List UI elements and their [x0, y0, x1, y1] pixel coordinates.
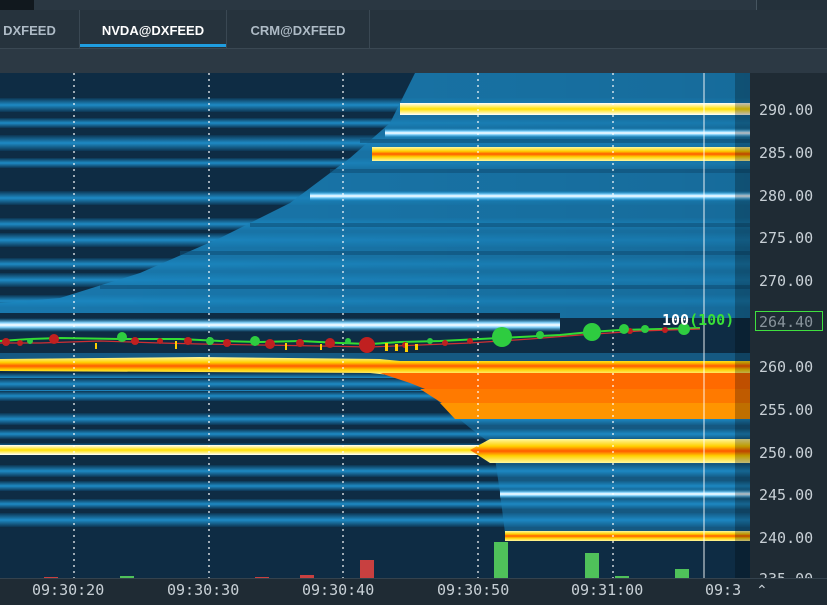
time-tick: 09:3 — [705, 581, 742, 599]
heatmap-chart[interactable] — [0, 73, 750, 585]
time-tick: 09:31:00 — [571, 581, 644, 599]
price-tick: 280.00 — [759, 187, 814, 205]
current-price-marker: 264.40 — [755, 311, 823, 331]
time-axis[interactable]: 09:30:20 09:30:30 09:30:40 09:30:50 09:3… — [0, 578, 827, 605]
heatmap-svg — [0, 73, 750, 585]
price-tick: 260.00 — [759, 358, 814, 376]
time-tick: 09:30:40 — [302, 581, 375, 599]
tab-dxfeed[interactable]: DXFEED — [0, 10, 80, 48]
last-trade-size-cumulative: (100) — [689, 311, 735, 329]
price-tick: 270.00 — [759, 272, 814, 290]
tab-bar: DXFEED NVDA@DXFEED CRM@DXFEED — [0, 10, 827, 49]
chart-toolbar — [0, 49, 827, 73]
window-top-left — [0, 0, 34, 10]
price-tick: 240.00 — [759, 529, 814, 547]
tab-crm[interactable]: CRM@DXFEED — [227, 10, 370, 48]
tab-nvda[interactable]: NVDA@DXFEED — [80, 10, 227, 48]
time-tick: 09:30:20 — [32, 581, 105, 599]
window-top-right-box — [756, 0, 827, 10]
time-tick: 09:30:30 — [167, 581, 240, 599]
price-tick: 290.00 — [759, 101, 814, 119]
price-tick: 250.00 — [759, 444, 814, 462]
price-tick: 285.00 — [759, 144, 814, 162]
chevron-up-icon[interactable]: ⌃ — [756, 582, 768, 599]
price-tick: 245.00 — [759, 486, 814, 504]
window-top-strip — [0, 0, 827, 10]
last-trade-size: 100(100) — [662, 311, 734, 329]
last-trade-size-value: 100 — [662, 311, 690, 329]
price-tick: 255.00 — [759, 401, 814, 419]
price-tick: 275.00 — [759, 229, 814, 247]
price-axis[interactable]: 290.00 285.00 280.00 275.00 270.00 264.4… — [750, 73, 827, 588]
time-tick: 09:30:50 — [437, 581, 510, 599]
